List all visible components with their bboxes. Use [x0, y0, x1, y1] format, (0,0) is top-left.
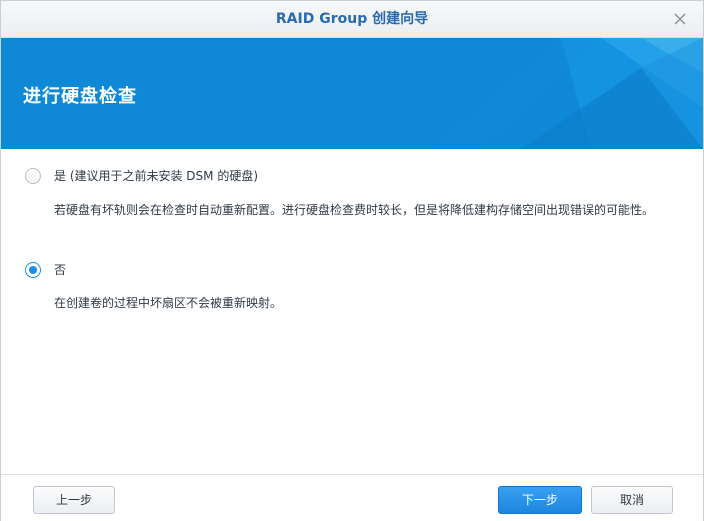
option-no-label[interactable]: 否	[54, 262, 66, 278]
option-no-description: 在创建卷的过程中坏扇区不会被重新映射。	[54, 296, 283, 310]
option-yes-description: 若硬盘有坏轨则会在检查时自动重新配置。进行硬盘检查费时较长，但是将降低建构存储空…	[54, 203, 655, 217]
close-icon[interactable]	[671, 10, 689, 28]
cancel-button[interactable]: 取消	[591, 486, 673, 514]
back-button[interactable]: 上一步	[33, 486, 115, 514]
wizard-window: RAID Group 创建向导 进行硬盘检查 是 (建议用于之前未安装 DSM …	[0, 0, 704, 521]
header-banner: 进行硬盘检查	[1, 38, 703, 149]
radio-yes[interactable]	[25, 168, 41, 184]
radio-no[interactable]	[25, 262, 41, 278]
footer: 上一步 下一步 取消	[1, 474, 703, 521]
radio-selected-dot	[29, 266, 37, 274]
option-yes-label[interactable]: 是 (建议用于之前未安装 DSM 的硬盘)	[54, 168, 258, 184]
next-button[interactable]: 下一步	[498, 486, 582, 514]
title-bar: RAID Group 创建向导	[1, 1, 703, 38]
window-title: RAID Group 创建向导	[275, 11, 429, 27]
page-title: 进行硬盘检查	[23, 86, 137, 107]
